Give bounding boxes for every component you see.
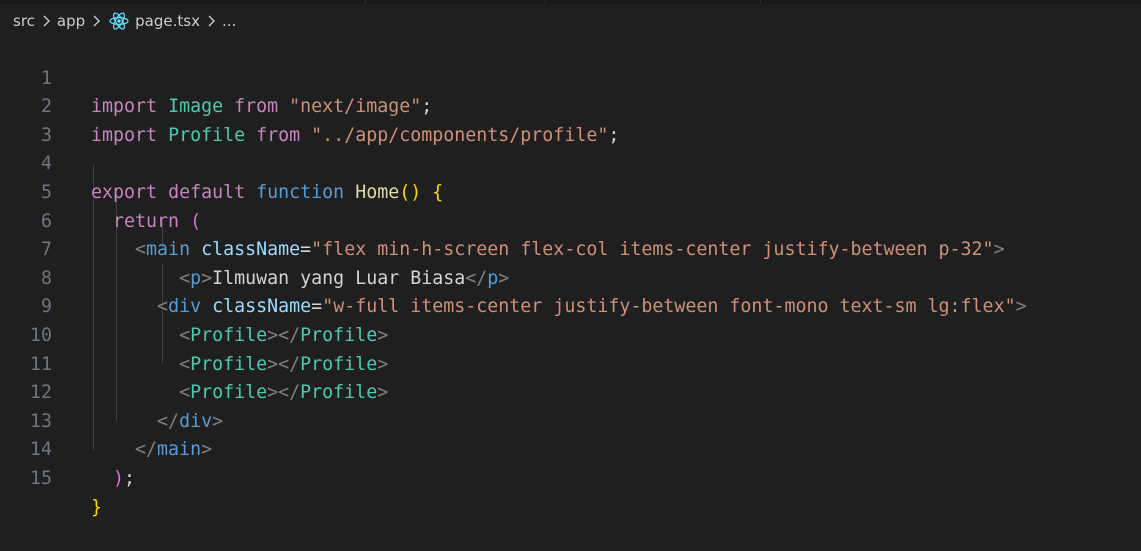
code-line: 4 export default function Home() { xyxy=(0,122,1141,203)
chevron-right-icon xyxy=(93,15,101,27)
code-line: 7 <p>Ilmuwan yang Luar Biasa</p> xyxy=(0,208,1141,289)
editor-tab-strip-edge xyxy=(0,0,1141,4)
code-line: 3 xyxy=(0,93,1141,146)
code-line: 6 <main className="flex min-h-screen fle… xyxy=(0,179,1141,261)
react-icon xyxy=(109,12,129,30)
breadcrumb-item-symbols[interactable]: ... xyxy=(222,12,236,30)
chevron-right-icon xyxy=(208,15,215,27)
breadcrumb-item-src[interactable]: src xyxy=(13,12,35,30)
code-line: 2 import Profile from "../app/components… xyxy=(0,65,1141,146)
code-editor[interactable]: 1 import Image from "next/image"; 2 impo… xyxy=(0,36,1141,518)
breadcrumb-item-page-tsx[interactable]: page.tsx xyxy=(135,12,200,30)
tab-divider xyxy=(760,0,761,4)
tab-divider xyxy=(365,0,366,4)
semicolon: ; xyxy=(124,467,136,489)
tab-divider xyxy=(545,0,546,4)
code-line: 10 <Profile></Profile> xyxy=(0,293,1141,375)
code-line: 13 </main> xyxy=(0,379,1141,461)
code-line: 14 ); xyxy=(0,408,1141,489)
breadcrumb: src app page.tsx ... xyxy=(0,6,236,36)
code-line: 1 import Image from "next/image"; xyxy=(0,36,1141,118)
chevron-right-icon xyxy=(43,15,50,27)
code-line: 9 <Profile></Profile> xyxy=(0,265,1141,346)
code-line: 8 <div className="w-full items-center ju… xyxy=(0,236,1141,318)
code-line: 11 <Profile></Profile> xyxy=(0,322,1141,404)
line-number: 15 xyxy=(29,467,52,489)
code-line: 5 return ( xyxy=(0,150,1141,232)
brace-close: } xyxy=(91,496,103,518)
breadcrumb-item-app[interactable]: app xyxy=(57,12,85,30)
code-line: 15 } xyxy=(0,436,1141,518)
code-line: 12 </div> xyxy=(0,351,1141,432)
paren-close: ) xyxy=(113,467,125,489)
